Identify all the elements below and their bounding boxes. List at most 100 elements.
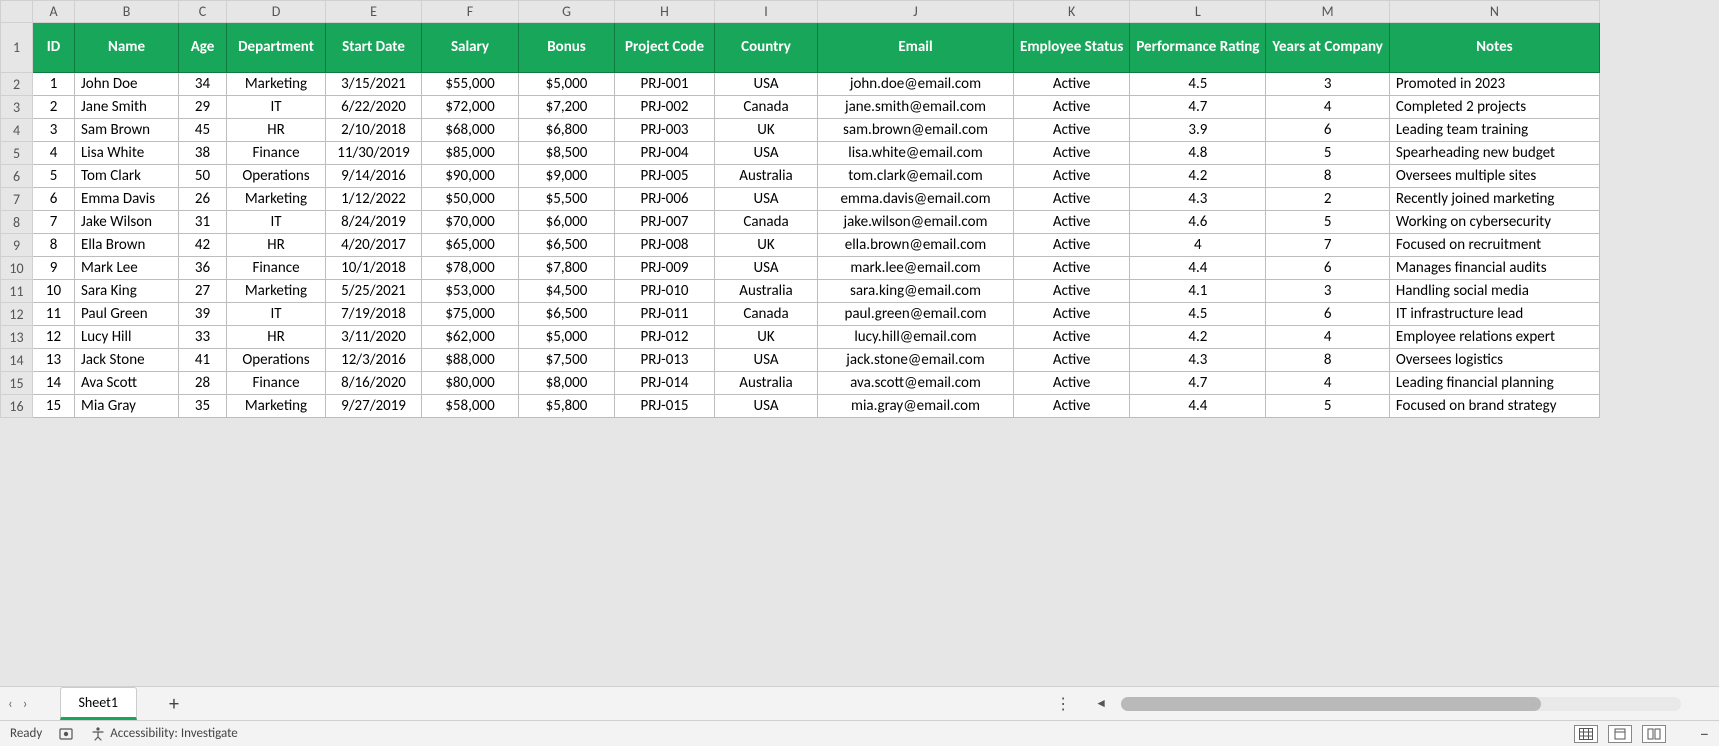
cell[interactable]: Working on cybersecurity — [1389, 211, 1599, 234]
cell[interactable]: Spearheading new budget — [1389, 142, 1599, 165]
cell[interactable]: $4,500 — [519, 280, 615, 303]
cell[interactable]: Active — [1014, 303, 1130, 326]
cell[interactable]: Active — [1014, 280, 1130, 303]
cell[interactable]: Focused on recruitment — [1389, 234, 1599, 257]
cell[interactable]: Canada — [715, 303, 818, 326]
cell[interactable]: 42 — [179, 234, 227, 257]
cell[interactable]: jack.stone@email.com — [818, 349, 1014, 372]
cell[interactable]: Mark Lee — [75, 257, 179, 280]
column-header-L[interactable]: L — [1130, 1, 1266, 23]
row-header-10[interactable]: 10 — [1, 257, 33, 280]
cell[interactable]: USA — [715, 188, 818, 211]
cell[interactable]: PRJ-004 — [615, 142, 715, 165]
header-cell[interactable]: Performance Rating — [1130, 23, 1266, 73]
cell[interactable]: 35 — [179, 395, 227, 418]
cell[interactable]: Jack Stone — [75, 349, 179, 372]
cell[interactable]: Active — [1014, 211, 1130, 234]
cell[interactable]: Active — [1014, 165, 1130, 188]
cell[interactable]: Handling social media — [1389, 280, 1599, 303]
cell[interactable]: 5 — [1266, 395, 1389, 418]
cell[interactable]: UK — [715, 326, 818, 349]
cell[interactable]: Jane Smith — [75, 96, 179, 119]
cell[interactable]: Active — [1014, 372, 1130, 395]
cell[interactable]: Oversees multiple sites — [1389, 165, 1599, 188]
cell[interactable]: $70,000 — [422, 211, 519, 234]
cell[interactable]: $68,000 — [422, 119, 519, 142]
cell[interactable]: 5/25/2021 — [326, 280, 422, 303]
cell[interactable]: $6,800 — [519, 119, 615, 142]
row-header-12[interactable]: 12 — [1, 303, 33, 326]
column-header-B[interactable]: B — [75, 1, 179, 23]
column-header-N[interactable]: N — [1389, 1, 1599, 23]
cell[interactable]: Finance — [227, 257, 326, 280]
cell[interactable]: 4 — [1266, 372, 1389, 395]
header-cell[interactable]: Notes — [1389, 23, 1599, 73]
cell[interactable]: 6/22/2020 — [326, 96, 422, 119]
cell[interactable]: $5,000 — [519, 326, 615, 349]
zoom-out-button[interactable]: − — [1700, 723, 1709, 745]
cell[interactable]: 4.5 — [1130, 303, 1266, 326]
cell[interactable]: Lisa White — [75, 142, 179, 165]
cell[interactable]: PRJ-009 — [615, 257, 715, 280]
cell[interactable]: sam.brown@email.com — [818, 119, 1014, 142]
cell[interactable]: IT — [227, 303, 326, 326]
header-cell[interactable]: Years at Company — [1266, 23, 1389, 73]
cell[interactable]: Promoted in 2023 — [1389, 73, 1599, 96]
cell[interactable]: 2/10/2018 — [326, 119, 422, 142]
cell[interactable]: Completed 2 projects — [1389, 96, 1599, 119]
cell[interactable]: 4.2 — [1130, 165, 1266, 188]
cell[interactable]: 26 — [179, 188, 227, 211]
cell[interactable]: paul.green@email.com — [818, 303, 1014, 326]
cell[interactable]: ella.brown@email.com — [818, 234, 1014, 257]
cell[interactable]: Lucy Hill — [75, 326, 179, 349]
tab-nav-prev[interactable]: ‹ — [8, 695, 13, 712]
cell[interactable]: IT infrastructure lead — [1389, 303, 1599, 326]
cell[interactable]: Ella Brown — [75, 234, 179, 257]
column-header-D[interactable]: D — [227, 1, 326, 23]
cell[interactable]: PRJ-011 — [615, 303, 715, 326]
header-cell[interactable]: Country — [715, 23, 818, 73]
cell[interactable]: 4.3 — [1130, 349, 1266, 372]
cell[interactable]: USA — [715, 73, 818, 96]
cell[interactable]: 3 — [1266, 280, 1389, 303]
cell[interactable]: 6 — [1266, 119, 1389, 142]
cell[interactable]: 12/3/2016 — [326, 349, 422, 372]
cell[interactable]: $53,000 — [422, 280, 519, 303]
macro-record-icon[interactable] — [58, 726, 74, 742]
cell[interactable]: PRJ-006 — [615, 188, 715, 211]
cell[interactable]: 29 — [179, 96, 227, 119]
cell[interactable]: 2 — [1266, 188, 1389, 211]
cell[interactable]: Active — [1014, 257, 1130, 280]
cell[interactable]: $58,000 — [422, 395, 519, 418]
cell[interactable]: $6,000 — [519, 211, 615, 234]
header-cell[interactable]: Email — [818, 23, 1014, 73]
horizontal-scrollbar-thumb[interactable] — [1121, 697, 1541, 711]
tab-nav-next[interactable]: › — [23, 695, 28, 712]
cell[interactable]: 4.7 — [1130, 372, 1266, 395]
cell[interactable]: 3.9 — [1130, 119, 1266, 142]
cell[interactable]: UK — [715, 119, 818, 142]
cell[interactable]: Ava Scott — [75, 372, 179, 395]
cell[interactable]: 4 — [33, 142, 75, 165]
cell[interactable]: 7/19/2018 — [326, 303, 422, 326]
cell[interactable]: PRJ-002 — [615, 96, 715, 119]
cell[interactable]: john.doe@email.com — [818, 73, 1014, 96]
cell[interactable]: 4.5 — [1130, 73, 1266, 96]
worksheet-area[interactable]: ABCDEFGHIJKLMN1IDNameAgeDepartmentStart … — [0, 0, 1719, 686]
cell[interactable]: 7 — [1266, 234, 1389, 257]
row-header-11[interactable]: 11 — [1, 280, 33, 303]
cell[interactable]: 4.6 — [1130, 211, 1266, 234]
row-header-9[interactable]: 9 — [1, 234, 33, 257]
cell[interactable]: 4.1 — [1130, 280, 1266, 303]
cell[interactable]: 4 — [1130, 234, 1266, 257]
cell[interactable]: jake.wilson@email.com — [818, 211, 1014, 234]
column-header-H[interactable]: H — [615, 1, 715, 23]
cell[interactable]: $62,000 — [422, 326, 519, 349]
cell[interactable]: Oversees logistics — [1389, 349, 1599, 372]
view-page-layout-icon[interactable] — [1608, 725, 1632, 743]
cell[interactable]: Active — [1014, 326, 1130, 349]
cell[interactable]: PRJ-005 — [615, 165, 715, 188]
select-all-corner[interactable] — [1, 1, 33, 23]
cell[interactable]: 8/24/2019 — [326, 211, 422, 234]
cell[interactable]: $5,000 — [519, 73, 615, 96]
